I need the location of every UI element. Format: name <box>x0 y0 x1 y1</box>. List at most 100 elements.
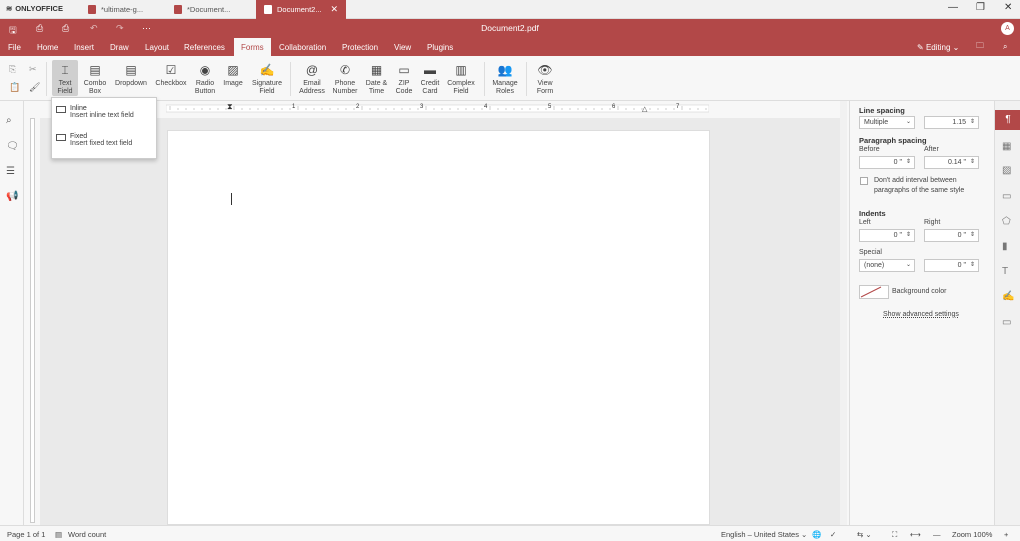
manage-roles-button[interactable]: 👥 Manage Roles <box>489 62 521 95</box>
indent-marker-icon[interactable]: ⧗ <box>227 102 233 112</box>
text-field-dropdown: Inline Insert inline text field Fixed In… <box>51 97 157 159</box>
zoom-out-icon[interactable]: — <box>933 530 941 539</box>
paragraph-icon[interactable]: ¶ <box>995 110 1020 130</box>
navigation-icon[interactable]: ☰ <box>6 166 15 177</box>
zoom-in-icon[interactable]: + <box>1004 530 1008 539</box>
line-spacing-mode-select[interactable]: Multiple ⌄ <box>859 116 915 129</box>
email-address-button[interactable]: @ Email Address <box>296 62 328 95</box>
image-icon[interactable]: ▨ <box>1002 165 1011 176</box>
menu-home[interactable]: Home <box>37 38 58 56</box>
signature-icon[interactable]: ✍ <box>1002 291 1014 302</box>
complex-field-button[interactable]: ▥ Complex Field <box>445 62 477 95</box>
vertical-scrollbar[interactable] <box>840 101 847 525</box>
menu-file[interactable]: File <box>8 38 21 56</box>
form-settings-icon[interactable]: ▭ <box>1002 317 1011 328</box>
word-count-button[interactable]: Word count <box>68 530 106 539</box>
shape-icon[interactable]: ⬠ <box>1002 216 1011 227</box>
ruler-label: 4 <box>484 104 488 110</box>
inline-option[interactable]: Inline Insert inline text field <box>56 105 134 119</box>
combo-box-button[interactable]: ▤ Combo Box <box>82 62 108 95</box>
format-painter-icon[interactable]: 🖌 <box>29 82 40 93</box>
radio-button-button[interactable]: ◉ Radio Button <box>192 62 218 95</box>
line-spacing-value[interactable]: 1.15 ⇕ <box>924 116 979 129</box>
document-page[interactable] <box>167 130 710 525</box>
search-icon[interactable]: ⌕ <box>1003 38 1007 56</box>
menu-layout[interactable]: Layout <box>145 38 169 56</box>
signature-field-button[interactable]: ✍ Signature Field <box>249 62 285 95</box>
spinner-icon[interactable]: ⇕ <box>970 117 975 128</box>
vertical-ruler[interactable] <box>28 118 37 523</box>
menu-protection[interactable]: Protection <box>342 38 378 56</box>
before-spacing-input[interactable]: 0 " ⇕ <box>859 156 915 169</box>
track-changes-icon[interactable]: ⇆ ⌄ <box>857 530 872 539</box>
credit-card-button[interactable]: ▬ Credit Card <box>418 62 442 95</box>
right-indent-icon[interactable]: △ <box>642 105 647 113</box>
text-field-button[interactable]: ⌶ Text Field <box>52 60 78 96</box>
menu-view[interactable]: View <box>394 38 411 56</box>
maximize-icon[interactable]: ❐ <box>976 2 985 13</box>
inline-field-icon <box>56 106 66 113</box>
right-indent-input[interactable]: 0 " ⇕ <box>924 229 979 242</box>
show-advanced-settings-link[interactable]: Show advanced settings <box>883 311 959 318</box>
dont-add-label-2: paragraphs of the same style <box>874 187 965 194</box>
page-indicator[interactable]: Page 1 of 1 <box>7 530 45 539</box>
menu-plugins[interactable]: Plugins <box>427 38 453 56</box>
paste-icon[interactable]: 📋 <box>9 82 20 93</box>
spinner-icon[interactable]: ⇕ <box>970 157 975 168</box>
language-select[interactable]: English – United States ⌄ <box>721 530 807 539</box>
left-indent-input[interactable]: 0 " ⇕ <box>859 229 915 242</box>
menu-insert[interactable]: Insert <box>74 38 94 56</box>
menu-references[interactable]: References <box>184 38 225 56</box>
special-select[interactable]: (none) ⌄ <box>859 259 915 272</box>
spinner-icon[interactable]: ⇕ <box>906 230 911 241</box>
special-amount-input[interactable]: 0 " ⇕ <box>924 259 979 272</box>
spinner-icon[interactable]: ⇕ <box>970 230 975 241</box>
tab-document2[interactable]: Document2... ✕ <box>256 0 346 19</box>
image-button[interactable]: ▨ Image <box>221 62 245 88</box>
dont-add-interval-checkbox[interactable] <box>860 177 868 185</box>
title-tabs-bar: ≋ ONLYOFFICE *ultimate-g... *Document... … <box>0 0 1020 19</box>
text-cursor <box>231 193 232 205</box>
menu-forms[interactable]: Forms <box>234 38 271 56</box>
text-art-icon[interactable]: T <box>1002 266 1008 277</box>
table-icon[interactable]: ▦ <box>1002 141 1011 152</box>
close-tab-icon[interactable]: ✕ <box>330 4 338 15</box>
before-label: Before <box>859 146 880 153</box>
dont-add-label: Don't add interval between <box>874 177 957 184</box>
zoom-level[interactable]: Zoom 100% <box>952 530 992 539</box>
checkbox-icon: ☑ <box>165 63 177 77</box>
feedback-icon[interactable]: 📢 <box>6 191 18 202</box>
spinner-icon[interactable]: ⇕ <box>906 157 911 168</box>
checkbox-button[interactable]: ☑ Checkbox <box>154 62 188 88</box>
chart-icon[interactable]: ▮ <box>1002 241 1008 252</box>
spinner-icon[interactable]: ⇕ <box>970 260 975 271</box>
fixed-option[interactable]: Fixed Insert fixed text field <box>56 133 132 147</box>
avatar[interactable]: A <box>1001 22 1014 35</box>
editing-mode[interactable]: ✎ Editing ⌄ <box>917 38 959 56</box>
minimize-icon[interactable]: — <box>948 2 958 13</box>
close-window-icon[interactable]: ✕ <box>1004 2 1012 13</box>
cut-icon[interactable]: ✂ <box>29 64 37 75</box>
phone-number-button[interactable]: ✆ Phone Number <box>331 62 359 95</box>
header-footer-icon[interactable]: ▭ <box>1002 191 1011 202</box>
fit-page-icon[interactable]: ⛶ <box>892 530 897 540</box>
spellcheck-icon[interactable]: ✓ <box>830 530 836 539</box>
after-spacing-input[interactable]: 0.14 " ⇕ <box>924 156 979 169</box>
comments-icon[interactable]: 🗨 <box>6 141 19 152</box>
horizontal-ruler[interactable]: 1 2 3 4 5 6 7 ⧗ △ <box>166 102 709 114</box>
copy-icon[interactable]: ⎘ <box>9 64 16 75</box>
fit-width-icon[interactable]: ⟷ <box>910 530 921 539</box>
tab-document[interactable]: *Document... <box>166 0 254 19</box>
zip-code-button[interactable]: ▭ ZIP Code <box>393 62 415 95</box>
date-time-button[interactable]: ▦ Date & Time <box>363 62 390 95</box>
view-form-button[interactable]: 👁 View Form <box>531 62 559 95</box>
menu-draw[interactable]: Draw <box>110 38 129 56</box>
tab-ultimate[interactable]: *ultimate-g... <box>80 0 166 19</box>
search-icon[interactable]: ⌕ <box>6 115 12 126</box>
special-label: Special <box>859 249 882 256</box>
menu-collaboration[interactable]: Collaboration <box>279 38 326 56</box>
background-color-picker[interactable] <box>859 285 889 299</box>
globe-icon[interactable]: 🌐 <box>812 530 821 539</box>
dropdown-button[interactable]: ▤ Dropdown <box>113 62 149 88</box>
open-location-icon[interactable]: 🗀 <box>976 38 984 56</box>
